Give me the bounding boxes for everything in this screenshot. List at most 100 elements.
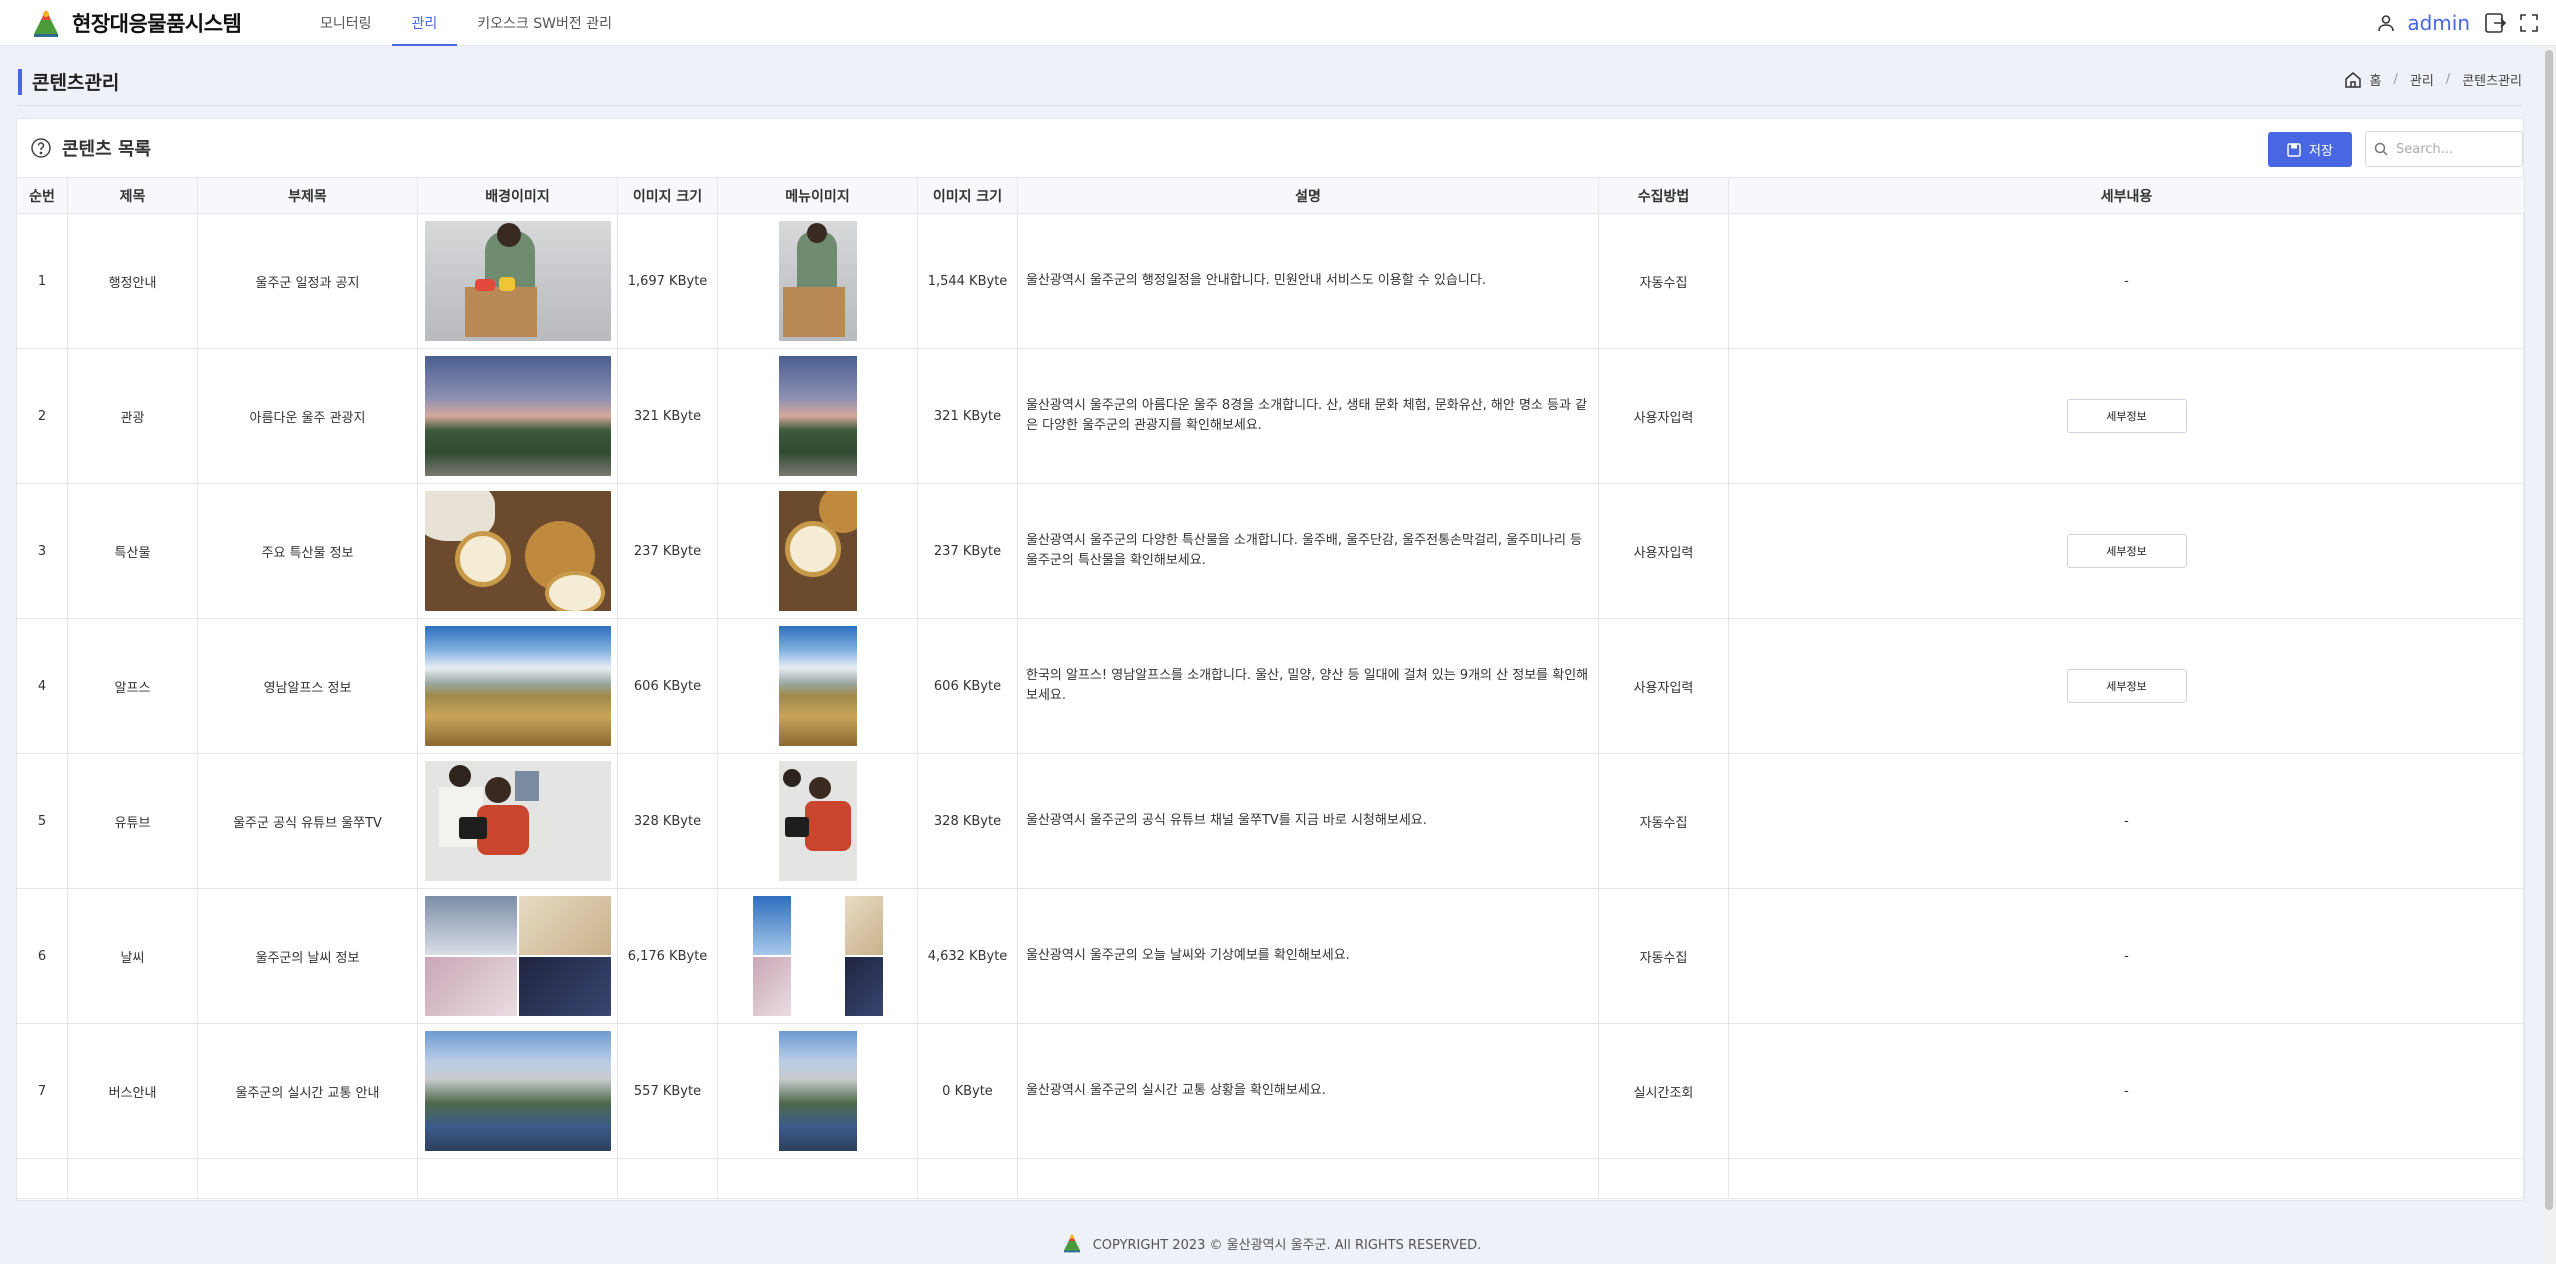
cell-menu-image <box>717 213 918 349</box>
cell-description: 울산광역시 울주군의 아름다운 울주 8경을 소개합니다. 산, 생태 문화 체… <box>1017 348 1599 484</box>
bg-image-person-with-box[interactable] <box>424 221 611 341</box>
cell-detail: - <box>1728 753 2525 889</box>
nav-kiosk-sw-version[interactable]: 키오스크 SW버전 관리 <box>457 0 632 46</box>
brand-name: 현장대응물품시스템 <box>72 11 242 36</box>
cell-method: 자동수집 <box>1598 888 1729 1024</box>
column-header-bg-image[interactable]: 배경이미지 <box>417 177 618 214</box>
column-header-detail[interactable]: 세부내용 <box>1728 177 2525 214</box>
logout-icon[interactable] <box>2478 6 2512 40</box>
empty-cell <box>717 1158 918 1199</box>
save-button[interactable]: 저장 <box>2268 132 2352 167</box>
table-row[interactable]: 6 날씨 울주군의 날씨 정보 6,176 KByte 4,632 KByte … <box>16 888 2525 1024</box>
cell-bg-size: 1,697 KByte <box>617 213 718 349</box>
cell-description: 울산광역시 울주군의 공식 유튜브 채널 울쭈TV를 지금 바로 시청해보세요. <box>1017 753 1599 889</box>
column-header-menu-size[interactable]: 이미지 크기 <box>917 177 1018 214</box>
cell-menu-image <box>717 753 918 889</box>
cell-detail: 세부정보 <box>1728 618 2525 754</box>
help-icon[interactable] <box>30 137 52 159</box>
fullscreen-icon[interactable] <box>2512 6 2546 40</box>
cell-description: 한국의 알프스! 영남알프스를 소개합니다. 울산, 밀양, 양산 등 일대에 … <box>1017 618 1599 754</box>
search-box[interactable] <box>2365 131 2523 167</box>
column-header-bg-size[interactable]: 이미지 크기 <box>617 177 718 214</box>
breadcrumb-home[interactable]: 홈 <box>2370 70 2382 89</box>
menu-image-grassland[interactable] <box>778 626 857 746</box>
bg-image-mountain-sunset[interactable] <box>424 356 611 476</box>
cell-menu-image <box>717 888 918 1024</box>
cell-detail: 세부정보 <box>1728 348 2525 484</box>
bg-image-camera-man[interactable] <box>424 761 611 881</box>
page-title-accent <box>18 68 22 95</box>
menu-image-mountain-sunset[interactable] <box>778 356 857 476</box>
table-row[interactable]: 4 알프스 영남알프스 정보 606 KByte 606 KByte 한국의 알… <box>16 618 2525 754</box>
table-row[interactable]: 2 관광 아름다운 울주 관광지 321 KByte 321 KByte 울산광… <box>16 348 2525 484</box>
cell-title: 알프스 <box>67 618 198 754</box>
table-row[interactable]: 3 특산물 주요 특산물 정보 237 KByte 237 KByte 울산광역… <box>16 483 2525 619</box>
content-table: 순번 제목 부제목 배경이미지 이미지 크기 메뉴이미지 이미지 크기 설명 수… <box>16 177 2525 1199</box>
cell-menu-size: 237 KByte <box>917 483 1018 619</box>
cell-bg-size: 606 KByte <box>617 618 718 754</box>
bg-image-four-seasons[interactable] <box>424 896 611 1016</box>
cell-bg-image <box>417 483 618 619</box>
detail-button[interactable]: 세부정보 <box>2066 669 2187 703</box>
table-row[interactable]: 5 유튜브 울주군 공식 유튜브 울쭈TV 328 KByte 328 KByt… <box>16 753 2525 889</box>
cell-subtitle: 영남알프스 정보 <box>197 618 418 754</box>
detail-button[interactable]: 세부정보 <box>2066 399 2187 433</box>
column-header-description[interactable]: 설명 <box>1017 177 1599 214</box>
search-input[interactable] <box>2396 141 2516 157</box>
save-icon <box>2287 142 2301 157</box>
cell-bg-size: 6,176 KByte <box>617 888 718 1024</box>
detail-button[interactable]: 세부정보 <box>2066 534 2187 568</box>
content-list-card: 콘텐츠 목록 저장 순번 제목 부제목 배경이미지 <box>16 118 2525 1201</box>
brand[interactable]: 현장대응물품시스템 <box>30 8 300 38</box>
cell-menu-size: 1,544 KByte <box>917 213 1018 349</box>
user-icon[interactable] <box>2369 6 2403 40</box>
nav-monitoring[interactable]: 모니터링 <box>300 0 392 46</box>
empty-cell <box>1728 1158 2525 1199</box>
cell-title: 행정안내 <box>67 213 198 349</box>
cell-subtitle: 울주군의 날씨 정보 <box>197 888 418 1024</box>
cell-description: 울산광역시 울주군의 다양한 특산물을 소개합니다. 울주배, 울주단감, 울주… <box>1017 483 1599 619</box>
empty-cell <box>197 1158 418 1199</box>
empty-cell <box>1598 1158 1729 1199</box>
column-header-title[interactable]: 제목 <box>67 177 198 214</box>
save-button-label: 저장 <box>2309 144 2333 159</box>
breadcrumb-management[interactable]: 관리 <box>2410 70 2434 89</box>
vertical-scrollbar[interactable] <box>2542 46 2556 1264</box>
scrollbar-thumb[interactable] <box>2545 50 2553 1210</box>
card-title: 콘텐츠 목록 <box>62 139 152 160</box>
footer-copyright: COPYRIGHT 2023 © 울산광역시 울주군. All RIGHTS R… <box>1092 1237 1482 1253</box>
cell-menu-image <box>717 348 918 484</box>
nav-management[interactable]: 관리 <box>391 0 458 46</box>
cell-number: 3 <box>16 483 68 619</box>
cell-description: 울산광역시 울주군의 행정일정을 안내합니다. 민원안내 서비스도 이용할 수 … <box>1017 213 1599 349</box>
column-header-method[interactable]: 수집방법 <box>1598 177 1729 214</box>
breadcrumb: 홈 / 관리 / 콘텐츠관리 <box>2344 70 2522 89</box>
home-icon[interactable] <box>2344 71 2362 89</box>
cell-menu-size: 0 KByte <box>917 1023 1018 1159</box>
menu-image-four-seasons[interactable] <box>752 896 883 1016</box>
cell-menu-image <box>717 618 918 754</box>
cell-number: 5 <box>16 753 68 889</box>
card-title-wrap: 콘텐츠 목록 <box>30 135 151 161</box>
cell-description: 울산광역시 울주군의 오늘 날씨와 기상예보를 확인해보세요. <box>1017 888 1599 1024</box>
empty-cell <box>1017 1158 1599 1199</box>
bg-image-grassland[interactable] <box>424 626 611 746</box>
menu-image-person-with-box[interactable] <box>778 221 857 341</box>
table-row[interactable]: 7 버스안내 울주군의 실시간 교통 안내 557 KByte 0 KByte … <box>16 1023 2525 1159</box>
table-row[interactable]: 1 행정안내 울주군 일정과 공지 1,697 KByte 1,544 KByt… <box>16 213 2525 349</box>
cell-menu-image <box>717 483 918 619</box>
empty-cell <box>67 1158 198 1199</box>
cell-subtitle: 아름다운 울주 관광지 <box>197 348 418 484</box>
top-header: 현장대응물품시스템 모니터링 관리 키오스크 SW버전 관리 admin <box>0 0 2556 46</box>
admin-username[interactable]: admin <box>2407 11 2470 35</box>
bg-image-city-road[interactable] <box>424 1031 611 1151</box>
column-header-subtitle[interactable]: 부제목 <box>197 177 418 214</box>
search-icon <box>2374 142 2388 156</box>
menu-image-city-road[interactable] <box>778 1031 857 1151</box>
column-header-number[interactable]: 순번 <box>16 177 68 214</box>
menu-image-pears[interactable] <box>778 491 857 611</box>
column-header-menu-image[interactable]: 메뉴이미지 <box>717 177 918 214</box>
menu-image-camera-man[interactable] <box>778 761 857 881</box>
bg-image-pears[interactable] <box>424 491 611 611</box>
cell-bg-image <box>417 1023 618 1159</box>
